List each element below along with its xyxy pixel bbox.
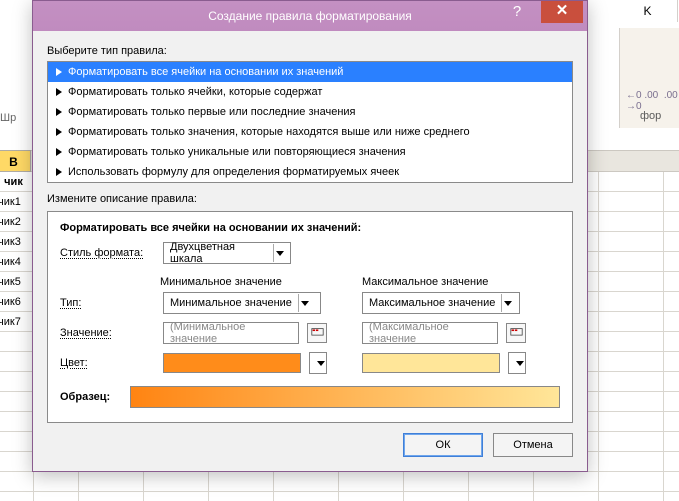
- rule-type-item[interactable]: Форматировать только значения, которые н…: [48, 122, 572, 142]
- min-color-dropdown[interactable]: [309, 352, 327, 374]
- max-value-input[interactable]: (Максимальное значение: [362, 322, 498, 344]
- description-title: Форматировать все ячейки на основании их…: [60, 222, 560, 234]
- arrow-icon: [56, 148, 62, 156]
- min-range-picker-button[interactable]: [307, 323, 327, 343]
- min-header: Минимальное значение: [160, 276, 362, 288]
- decrease-increase-decimal[interactable]: ←0 .00 .00 →0: [626, 90, 679, 112]
- arrow-icon: [56, 168, 62, 176]
- rule-type-item[interactable]: Использовать формулу для определения фор…: [48, 162, 572, 182]
- min-type-dropdown[interactable]: Минимальное значение: [163, 292, 321, 314]
- max-type-dropdown[interactable]: Максимальное значение: [362, 292, 520, 314]
- ribbon-number-group: ←0 .00 .00 →0 фор: [619, 28, 679, 128]
- rule-type-item[interactable]: Форматировать только ячейки, которые сод…: [48, 82, 572, 102]
- cancel-button[interactable]: Отмена: [493, 433, 573, 457]
- ribbon-fragment-label: Шр: [0, 112, 16, 124]
- rule-description-box: Форматировать все ячейки на основании их…: [47, 211, 573, 423]
- min-color-swatch: [163, 353, 301, 373]
- rule-type-label: Использовать формулу для определения фор…: [68, 166, 399, 178]
- preview-label: Образец:: [60, 391, 122, 403]
- dialog-buttons: ОК Отмена: [33, 427, 587, 471]
- max-type-value: Максимальное значение: [369, 297, 495, 309]
- rule-type-label: Форматировать только уникальные или повт…: [68, 146, 406, 158]
- chevron-down-icon: [501, 294, 514, 312]
- min-value-input[interactable]: (Минимальное значение: [163, 322, 299, 344]
- titlebar[interactable]: Создание правила форматирования ? ✕: [33, 1, 587, 31]
- close-button[interactable]: ✕: [541, 1, 583, 23]
- format-style-dropdown[interactable]: Двухцветная шкала: [163, 242, 291, 264]
- rule-type-item[interactable]: Форматировать только уникальные или повт…: [48, 142, 572, 162]
- max-color-swatch: [362, 353, 500, 373]
- edit-description-label: Измените описание правила:: [47, 193, 573, 205]
- rule-type-item[interactable]: Форматировать все ячейки на основании их…: [48, 62, 572, 82]
- max-range-picker-button[interactable]: [506, 323, 526, 343]
- rule-type-list: Форматировать все ячейки на основании их…: [47, 61, 573, 183]
- format-style-value: Двухцветная шкала: [170, 241, 267, 265]
- rule-type-label: Форматировать только ячейки, которые сод…: [68, 86, 322, 98]
- arrow-icon: [56, 68, 62, 76]
- chevron-down-icon: [273, 244, 286, 262]
- rule-type-label: Форматировать все ячейки на основании их…: [68, 66, 343, 78]
- ok-button[interactable]: ОК: [403, 433, 483, 457]
- format-style-label: Стиль формата:: [60, 247, 155, 259]
- rule-type-label: Форматировать только значения, которые н…: [68, 126, 470, 138]
- chevron-down-icon: [316, 354, 326, 372]
- gradient-preview: [130, 386, 560, 408]
- rule-type-item[interactable]: Форматировать только первые или последни…: [48, 102, 572, 122]
- color-label: Цвет:: [60, 357, 155, 369]
- type-label: Тип:: [60, 297, 155, 309]
- rule-type-label: Форматировать только первые или последни…: [68, 106, 356, 118]
- formatting-rule-dialog: Создание правила форматирования ? ✕ Выбе…: [32, 0, 588, 472]
- max-header: Максимальное значение: [362, 276, 560, 288]
- help-button[interactable]: ?: [497, 1, 537, 23]
- dialog-title: Создание правила форматирования: [208, 9, 412, 23]
- column-header-b[interactable]: B: [0, 150, 31, 172]
- arrow-icon: [56, 128, 62, 136]
- range-picker-icon: [510, 327, 523, 340]
- column-header-k[interactable]: K: [618, 0, 678, 22]
- chevron-down-icon: [515, 354, 525, 372]
- arrow-icon: [56, 108, 62, 116]
- chevron-down-icon: [298, 294, 311, 312]
- ribbon-group-label: фор: [640, 110, 661, 122]
- value-label: Значение:: [60, 327, 155, 339]
- max-color-dropdown[interactable]: [508, 352, 526, 374]
- range-picker-icon: [311, 327, 324, 340]
- arrow-icon: [56, 88, 62, 96]
- min-type-value: Минимальное значение: [170, 297, 292, 309]
- select-rule-type-label: Выберите тип правила:: [47, 45, 573, 57]
